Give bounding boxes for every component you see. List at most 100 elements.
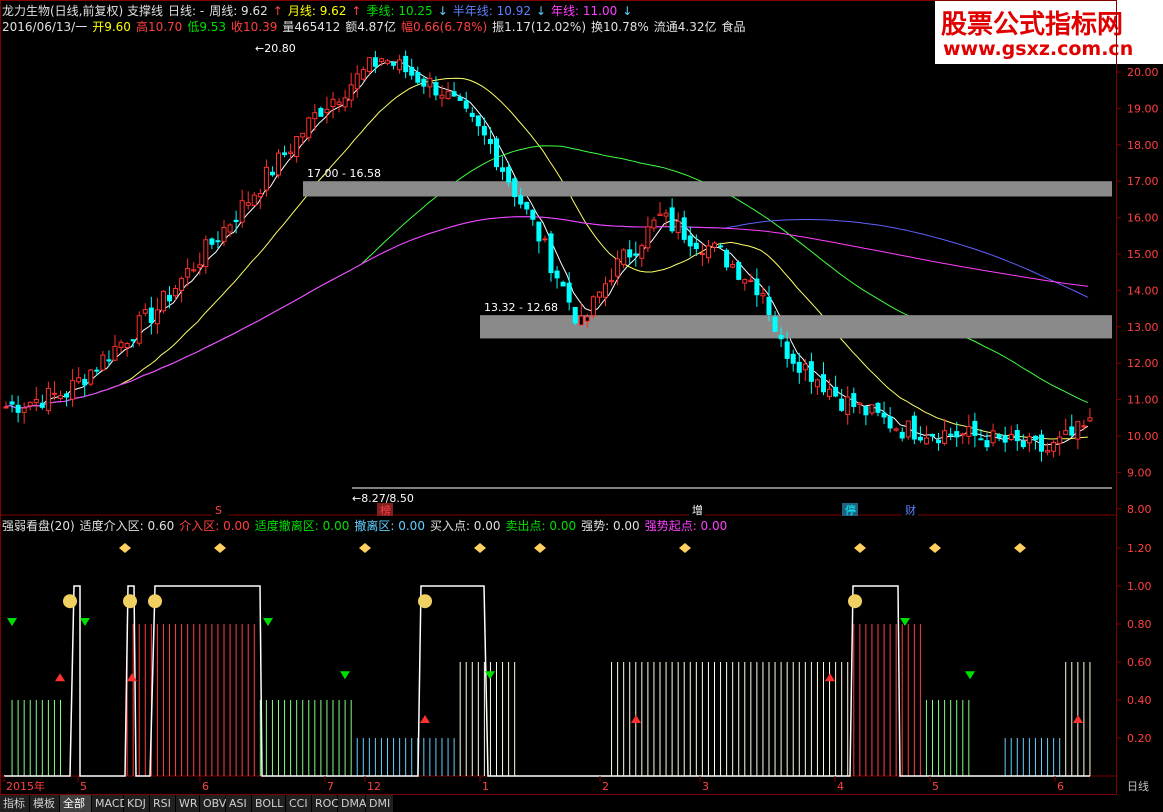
candle-body xyxy=(39,402,45,408)
candle-body xyxy=(221,226,227,242)
support-band[interactable] xyxy=(303,181,1112,197)
toolbar-tab-3[interactable]: MACD xyxy=(92,795,128,812)
candle-body xyxy=(494,138,499,168)
candle-body xyxy=(512,178,518,198)
candle-body xyxy=(584,316,590,322)
candle-body xyxy=(185,267,191,278)
candle-body xyxy=(318,108,324,117)
toolbar-tab-12[interactable]: DMA xyxy=(338,795,367,812)
ma5-line xyxy=(3,61,1089,446)
down-arrow-icon xyxy=(263,618,273,626)
candle-body xyxy=(342,97,348,108)
support-band-label: 17.00 - 16.58 xyxy=(307,167,381,180)
candle-body xyxy=(27,401,33,407)
price-tick-label: 20.00 xyxy=(1127,66,1159,79)
candle-body xyxy=(173,288,179,297)
candle-body xyxy=(70,380,76,400)
event-marker[interactable]: 财 xyxy=(905,503,916,517)
candle-body xyxy=(294,135,300,158)
candle-body xyxy=(167,294,172,302)
candle-body xyxy=(766,296,772,315)
indicator-tick-label: 0.80 xyxy=(1127,618,1152,631)
candle-body xyxy=(972,420,978,436)
event-marker[interactable]: 榜 xyxy=(380,503,391,517)
candle-body xyxy=(288,151,294,155)
candle-body xyxy=(712,242,717,248)
candle-body xyxy=(251,194,257,206)
candle-body xyxy=(645,226,651,249)
candle-body xyxy=(306,117,312,139)
toolbar-tab-6[interactable]: WR xyxy=(176,795,200,812)
candle-body xyxy=(106,359,112,362)
candle-body xyxy=(1026,436,1032,444)
candle-body xyxy=(778,334,784,340)
toolbar-tab-13[interactable]: DMI xyxy=(366,795,394,812)
candle-body xyxy=(469,112,475,117)
x-tick-label: 12 xyxy=(367,780,381,793)
candle-body xyxy=(651,219,657,229)
candle-body xyxy=(578,315,584,326)
candle-body xyxy=(869,404,875,414)
toolbar-tab-7[interactable]: OBV xyxy=(200,795,226,812)
candle-body xyxy=(1057,436,1063,444)
candle-body xyxy=(948,433,954,436)
toolbar-tab-11[interactable]: ROC xyxy=(312,795,339,812)
candle-body xyxy=(572,306,578,324)
candle-body xyxy=(984,440,990,448)
candle-body xyxy=(475,115,481,127)
candle-body xyxy=(596,291,602,298)
candle-body xyxy=(227,224,233,233)
candle-body xyxy=(851,393,857,407)
candle-body xyxy=(88,369,94,385)
period-label[interactable]: 日线 xyxy=(1127,779,1149,793)
candle-body xyxy=(887,416,893,429)
toolbar-tab-0[interactable]: 指标 xyxy=(0,795,30,812)
toolbar-tab-4[interactable]: KDJ xyxy=(124,795,150,812)
candle-body xyxy=(784,341,790,359)
toolbar-tab-8[interactable]: ASI xyxy=(226,795,252,812)
price-tick-label: 16.00 xyxy=(1127,212,1159,225)
candle-body xyxy=(403,55,409,73)
price-tick-label: 11.00 xyxy=(1127,394,1159,407)
event-marker[interactable]: 停 xyxy=(845,503,856,517)
down-arrow-icon xyxy=(965,671,975,680)
candle-body xyxy=(142,309,148,314)
candle-body xyxy=(445,90,451,99)
toolbar-tab-2[interactable]: 全部 xyxy=(60,795,92,812)
price-tick-label: 19.00 xyxy=(1127,102,1159,115)
smiley-icon xyxy=(848,594,862,609)
event-marker[interactable]: S xyxy=(215,504,222,517)
candle-body xyxy=(875,402,881,413)
candle-body xyxy=(276,152,281,176)
candle-body xyxy=(1008,433,1014,441)
candle-body xyxy=(693,242,699,250)
down-arrow-icon xyxy=(80,618,90,626)
candle-body xyxy=(354,73,360,90)
candle-body xyxy=(524,202,530,210)
event-marker[interactable]: 增 xyxy=(692,503,703,517)
candle-body xyxy=(282,152,288,156)
candle-body xyxy=(1032,435,1038,441)
candle-body xyxy=(633,253,639,256)
candle-body xyxy=(705,245,711,259)
candle-body xyxy=(736,261,742,280)
up-arrow-icon xyxy=(55,673,65,682)
x-tick-label: 2 xyxy=(602,780,609,793)
toolbar-tab-5[interactable]: RSI xyxy=(150,795,176,812)
candle-body xyxy=(130,339,136,342)
toolbar-tab-9[interactable]: BOLL xyxy=(252,795,286,812)
candle-body xyxy=(881,412,887,418)
toolbar-tab-1[interactable]: 模板 xyxy=(30,795,60,812)
kline-chart[interactable]: 20.0019.0018.0017.0016.0015.0014.0013.00… xyxy=(0,0,1163,795)
candle-body xyxy=(893,428,899,431)
candle-body xyxy=(312,112,318,120)
candle-body xyxy=(1014,430,1020,442)
candle-body xyxy=(518,195,524,205)
toolbar-tab-10[interactable]: CCI xyxy=(286,795,312,812)
candle-body xyxy=(966,426,972,437)
candle-body xyxy=(257,192,263,198)
candle-body xyxy=(233,219,239,223)
chart-frame xyxy=(0,0,1117,795)
candle-body xyxy=(148,307,154,323)
candle-body xyxy=(536,221,542,242)
